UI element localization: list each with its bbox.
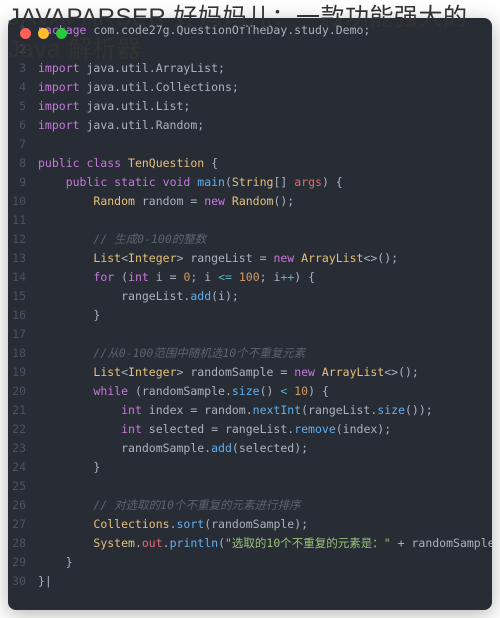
code-line: 22 int selected = rangeList.remove(index… — [8, 420, 492, 439]
line-number: 17 — [8, 325, 38, 344]
line-content: public class TenQuestion { — [38, 154, 492, 173]
line-content: } — [38, 458, 492, 477]
code-line: 15 rangeList.add(i); — [8, 287, 492, 306]
code-line: 5import java.util.List; — [8, 97, 492, 116]
line-number: 4 — [8, 78, 38, 97]
code-line: 4import java.util.Collections; — [8, 78, 492, 97]
line-number: 18 — [8, 344, 38, 363]
code-line: 20 while (randomSample.size() < 10) { — [8, 382, 492, 401]
line-content: // 对选取的10个不重复的元素进行排序 — [38, 496, 492, 515]
line-number: 23 — [8, 439, 38, 458]
code-area[interactable]: 1package com.code27g.QuestionOfTheDay.st… — [8, 21, 492, 610]
line-number: 8 — [8, 154, 38, 173]
line-content: rangeList.add(i); — [38, 287, 492, 306]
code-line: 24 } — [8, 458, 492, 477]
code-editor: 1package com.code27g.QuestionOfTheDay.st… — [8, 18, 492, 610]
line-content: System.out.println("选取的10个不重复的元素是：" + ra… — [38, 534, 492, 553]
line-number: 26 — [8, 496, 38, 515]
line-number: 9 — [8, 173, 38, 192]
line-number: 13 — [8, 249, 38, 268]
code-line: 10 Random random = new Random(); — [8, 192, 492, 211]
line-number: 27 — [8, 515, 38, 534]
line-number: 7 — [8, 135, 38, 154]
line-content — [38, 135, 492, 154]
line-content: int index = random.nextInt(rangeList.siz… — [38, 401, 492, 420]
line-content: } — [38, 553, 492, 572]
line-number: 15 — [8, 287, 38, 306]
line-content — [38, 477, 492, 496]
line-content: for (int i = 0; i <= 100; i++) { — [38, 268, 492, 287]
line-number: 6 — [8, 116, 38, 135]
page-title: JAVAPARSER 好妈妈儿：一款功能强大的 Java 解析器 — [8, 2, 492, 67]
line-content: import java.util.List; — [38, 97, 492, 116]
code-line: 8public class TenQuestion { — [8, 154, 492, 173]
line-content: List<Integer> rangeList = new ArrayList<… — [38, 249, 492, 268]
code-line: 30}| — [8, 572, 492, 591]
code-line: 16 } — [8, 306, 492, 325]
code-line: 18 //从0-100范围中随机选10个不重复元素 — [8, 344, 492, 363]
line-content: randomSample.add(selected); — [38, 439, 492, 458]
line-number: 5 — [8, 97, 38, 116]
line-number: 16 — [8, 306, 38, 325]
line-content: } — [38, 306, 492, 325]
line-content — [38, 211, 492, 230]
code-line: 28 System.out.println("选取的10个不重复的元素是：" +… — [8, 534, 492, 553]
code-line: 13 List<Integer> rangeList = new ArrayLi… — [8, 249, 492, 268]
line-number: 30 — [8, 572, 38, 591]
line-content: while (randomSample.size() < 10) { — [38, 382, 492, 401]
code-line: 29 } — [8, 553, 492, 572]
code-line: 27 Collections.sort(randomSample); — [8, 515, 492, 534]
code-line: 17 — [8, 325, 492, 344]
code-line: 7 — [8, 135, 492, 154]
line-content: Collections.sort(randomSample); — [38, 515, 492, 534]
line-number: 28 — [8, 534, 38, 553]
code-line: 14 for (int i = 0; i <= 100; i++) { — [8, 268, 492, 287]
line-number: 29 — [8, 553, 38, 572]
line-number: 14 — [8, 268, 38, 287]
line-number: 11 — [8, 211, 38, 230]
line-number: 20 — [8, 382, 38, 401]
line-number: 24 — [8, 458, 38, 477]
code-line: 6import java.util.Random; — [8, 116, 492, 135]
code-line: 25 — [8, 477, 492, 496]
code-line: 9 public static void main(String[] args)… — [8, 173, 492, 192]
code-line: 12 // 生成0-100的整数 — [8, 230, 492, 249]
line-number: 25 — [8, 477, 38, 496]
line-content: //从0-100范围中随机选10个不重复元素 — [38, 344, 492, 363]
code-line: 21 int index = random.nextInt(rangeList.… — [8, 401, 492, 420]
line-content: import java.util.Collections; — [38, 78, 492, 97]
line-content: }| — [38, 572, 492, 591]
code-line: 23 randomSample.add(selected); — [8, 439, 492, 458]
line-number: 22 — [8, 420, 38, 439]
line-content: public static void main(String[] args) { — [38, 173, 492, 192]
line-content: Random random = new Random(); — [38, 192, 492, 211]
line-number: 21 — [8, 401, 38, 420]
line-content — [38, 325, 492, 344]
line-content: List<Integer> randomSample = new ArrayLi… — [38, 363, 492, 382]
line-number: 10 — [8, 192, 38, 211]
line-number: 12 — [8, 230, 38, 249]
line-content: import java.util.Random; — [38, 116, 492, 135]
line-number: 19 — [8, 363, 38, 382]
code-line: 11 — [8, 211, 492, 230]
code-line: 19 List<Integer> randomSample = new Arra… — [8, 363, 492, 382]
line-content: int selected = rangeList.remove(index); — [38, 420, 492, 439]
code-line: 26 // 对选取的10个不重复的元素进行排序 — [8, 496, 492, 515]
line-content: // 生成0-100的整数 — [38, 230, 492, 249]
